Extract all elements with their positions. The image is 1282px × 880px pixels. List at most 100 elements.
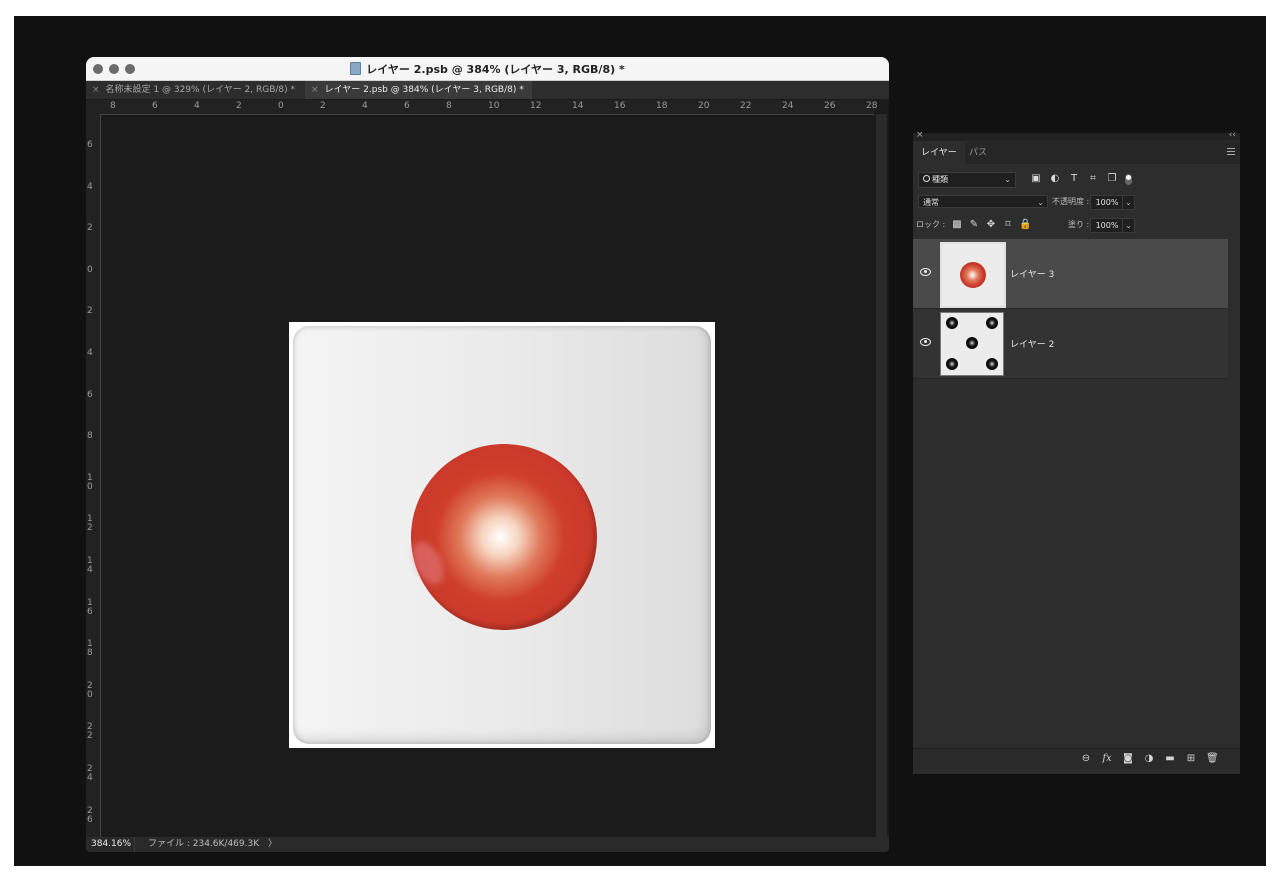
lock-icons: ▩ ✎ ✥ ⌑ 🔒 [951,218,1031,232]
opacity-dropdown-icon[interactable]: ⌄ [1122,195,1135,210]
adjustment-filter-icon[interactable]: ◐ [1049,172,1061,186]
fill-label: 塗り : [1068,220,1090,229]
footer-icons: ⊖ fx ◙ ◑ ▬ ⊞ 🗑 [1080,752,1219,766]
ruler-tick-label: 0 [87,264,93,275]
delete-layer-trash-icon[interactable]: 🗑 [1206,752,1219,766]
ruler-tick-label: 2 [236,101,242,111]
thumbnail-pip [946,317,958,329]
ruler-tick-label: 12 [87,514,93,534]
status-bar: 384.16% ファイル : 234.6K/469.3K 〉 [86,837,889,852]
ruler-tick-label: 6 [87,389,93,400]
shape-filter-icon[interactable]: ⌗ [1087,172,1099,186]
add-mask-icon[interactable]: ◙ [1122,752,1134,766]
search-icon [923,175,930,182]
tab-layers[interactable]: レイヤー [913,142,965,164]
panel-collapse-icon[interactable]: ‹‹ [1229,130,1236,140]
new-layer-icon[interactable]: ⊞ [1185,752,1197,766]
blend-mode-value: 通常 [923,198,939,207]
layer-name[interactable]: レイヤー 3 [1010,267,1054,280]
window-titlebar[interactable]: レイヤー 2.psb @ 384% (レイヤー 3, RGB/8) * [86,57,889,81]
ruler-tick-label: 20 [87,680,93,700]
chevron-down-icon: ⌄ [1037,198,1044,207]
ruler-tick-label: 24 [87,764,93,783]
ruler-tick-label: 22 [87,722,93,742]
lock-label: ロック : [916,220,946,229]
filter-kind-label: 種類 [932,175,948,184]
tab-close-icon[interactable]: × [311,85,319,95]
tab-layer-2-psb[interactable]: × レイヤー 2.psb @ 384% (レイヤー 3, RGB/8) * [305,81,532,99]
filter-icons: ▣ ◐ T ⌗ ❐ [1030,172,1118,186]
adjustment-layer-icon[interactable]: ◑ [1143,752,1155,766]
lock-transparent-pixels-icon[interactable]: ▩ [951,218,963,232]
ruler-tick-label: 6 [404,101,410,111]
ruler-tick-label: 6 [152,101,158,111]
canvas-area[interactable] [101,115,874,837]
layer-name[interactable]: レイヤー 2 [1010,337,1054,350]
ruler-tick-label: 10 [488,101,500,111]
lock-image-pixels-icon[interactable]: ✎ [968,218,980,232]
new-group-folder-icon[interactable]: ▬ [1164,752,1176,766]
ruler-tick-label: 8 [110,101,116,111]
filter-toggle-switch[interactable] [1125,174,1132,185]
ruler-tick-label: 2 [320,101,326,111]
tab-label: レイヤー 2.psb @ 384% (レイヤー 3, RGB/8) * [324,85,524,95]
document-image[interactable] [289,322,715,748]
fill-dropdown-icon[interactable]: ⌄ [1122,218,1135,233]
ruler-tick-label: 14 [87,556,93,575]
document-tabbar: × 名称未設定 1 @ 329% (レイヤー 2, RGB/8) * × レイヤー … [86,81,889,99]
blend-row: 通常 ⌄ 不透明度 : 100% ⌄ [913,195,1240,211]
tab-label: 名称未設定 1 @ 329% (レイヤー 2, RGB/8) * [105,85,296,95]
document-window: レイヤー 2.psb @ 384% (レイヤー 3, RGB/8) * × 名称未… [86,57,889,852]
ruler-tick-label: 26 [824,101,836,111]
panel-menu-icon[interactable] [1227,148,1235,157]
ruler-tick-label: 8 [87,431,93,442]
opacity-field[interactable]: 100% [1090,195,1124,210]
status-menu-arrow-icon[interactable]: 〉 [268,837,277,852]
ruler-tick-label: 4 [194,101,200,111]
lock-all-icon[interactable]: 🔒 [1019,218,1031,232]
dice-face [293,326,711,744]
tab-paths[interactable]: パス [961,142,995,164]
zoom-level[interactable]: 384.16% [91,837,131,852]
smart-object-filter-icon[interactable]: ❐ [1106,172,1118,186]
vertical-ruler[interactable]: 6 4 2 0 2 4 6 8 10 12 14 16 18 20 22 24 26 [86,114,101,837]
lock-position-icon[interactable]: ✥ [985,218,997,232]
link-layers-icon[interactable]: ⊖ [1080,752,1092,766]
horizontal-ruler[interactable]: 8 6 4 2 0 2 4 6 8 10 12 14 16 18 20 22 24 26 28 [100,100,878,115]
file-size-info: ファイル : 234.6K/469.3K [148,839,260,849]
ruler-tick-label: 16 [87,597,93,617]
filter-kind-select[interactable]: 種類 ⌄ [918,172,1016,188]
layer-filter-row: 種類 ⌄ ▣ ◐ T ⌗ ❐ [913,171,1240,189]
layer-thumbnail[interactable] [940,312,1004,376]
layer-row-layer-3[interactable]: レイヤー 3 [913,239,1228,309]
layers-panel: × ‹‹ レイヤー パス 種類 ⌄ ▣ ◐ T ⌗ ❐ 通常 ⌄ 不透明度 : … [913,130,1240,774]
tab-close-icon[interactable]: × [92,85,100,95]
ruler-tick-label: 14 [572,101,584,111]
layer-row-layer-2[interactable]: レイヤー 2 [913,309,1228,379]
ruler-tick-label: 2 [87,223,93,234]
layer-thumbnail[interactable] [940,242,1006,308]
visibility-eye-icon[interactable] [920,268,931,276]
ruler-tick-label: 28 [866,101,878,111]
ruler-tick-label: 22 [740,101,752,111]
ruler-tick-label: 10 [87,472,93,492]
ruler-origin[interactable] [86,100,100,114]
opacity-label: 不透明度 : [1052,197,1090,206]
panel-header-strip: × ‹‹ [913,130,1240,141]
ruler-tick-label: 8 [446,101,452,111]
ruler-tick-label: 16 [614,101,626,111]
panel-close-icon[interactable]: × [916,130,924,140]
ruler-tick-label: 20 [698,101,710,111]
thumbnail-pip [986,317,998,329]
tab-untitled-1[interactable]: × 名称未設定 1 @ 329% (レイヤー 2, RGB/8) * [86,81,306,99]
type-filter-icon[interactable]: T [1068,172,1080,186]
visibility-eye-icon[interactable] [920,338,931,346]
vertical-scrollbar[interactable] [876,114,887,837]
thumbnail-pip [946,358,958,370]
blend-mode-select[interactable]: 通常 ⌄ [918,195,1048,208]
fill-field[interactable]: 100% [1090,218,1124,233]
image-filter-icon[interactable]: ▣ [1030,172,1042,186]
lock-artboard-icon[interactable]: ⌑ [1002,218,1014,232]
red-dice-dot [405,444,597,630]
layer-style-fx-icon[interactable]: fx [1101,752,1113,766]
